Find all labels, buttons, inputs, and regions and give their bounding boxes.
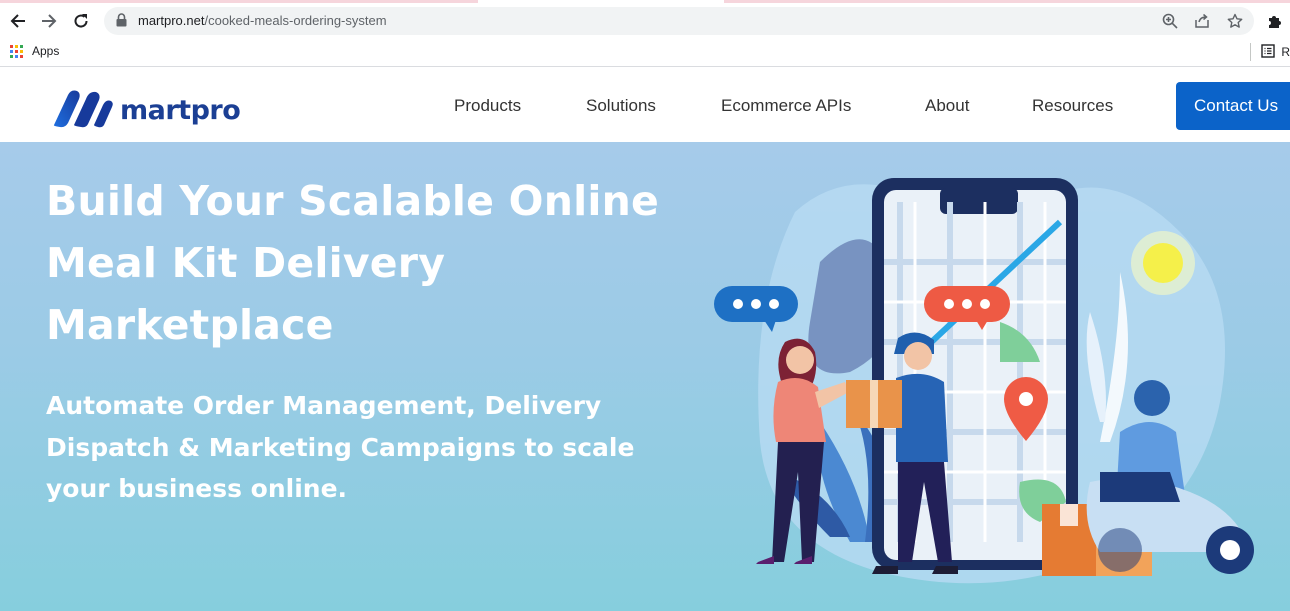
hero-subtitle: Automate Order Management, Delivery Disp… [46,385,686,510]
apps-grid-icon [10,44,23,58]
hero-title: Build Your Scalable Online Meal Kit Deli… [46,170,686,356]
apps-label: Apps [32,44,60,58]
nav-item-solutions[interactable]: Solutions [586,96,656,116]
delivery-illustration [714,178,1254,584]
back-arrow-icon[interactable] [5,8,31,34]
site-header: martpro Products Solutions Ecommerce API… [0,71,1290,142]
url-text[interactable]: martpro.net/cooked-meals-ordering-system [138,13,387,28]
package-label [1060,504,1078,526]
share-icon[interactable] [1192,11,1212,31]
hero-title-line: Meal Kit Delivery [46,239,446,287]
hero-subtitle-line: Dispatch & Marketing Campaigns to scale [46,432,635,462]
martpro-logo-mark-icon [48,87,114,134]
url-domain: martpro.net [138,13,205,28]
apps-shortcut[interactable]: Apps [10,44,59,58]
nav-item-resources[interactable]: Resources [1032,96,1113,116]
star-icon[interactable] [1225,11,1245,31]
brand-logo[interactable]: martpro [48,87,241,134]
brand-name: martpro [120,95,241,126]
reading-list-label: R [1281,45,1290,59]
forward-arrow-icon[interactable] [36,8,62,34]
hero-title-line: Marketplace [46,301,334,349]
tab-edge-left [0,0,478,3]
location-pin-dot [1019,392,1033,406]
reload-icon[interactable] [68,8,94,34]
hero-section: Build Your Scalable Online Meal Kit Deli… [0,142,1290,611]
contact-us-button[interactable]: Contact Us [1176,82,1290,130]
bookmarks-separator [1250,43,1252,61]
browser-toolbar: martpro.net/cooked-meals-ordering-system [0,4,1290,36]
extensions-puzzle-icon[interactable] [1262,8,1288,34]
address-bar[interactable]: martpro.net/cooked-meals-ordering-system [104,7,1254,35]
package-tape [870,380,878,428]
url-path: /cooked-meals-ordering-system [204,13,387,28]
reading-list[interactable]: R [1250,43,1290,61]
tab-edge-right [724,0,1290,3]
nav-item-about[interactable]: About [925,96,969,116]
zoom-icon[interactable] [1160,11,1180,31]
hero-subtitle-line: your business online. [46,474,348,503]
reading-list-icon [1261,43,1276,61]
hero-subtitle-line: Automate Order Management, Delivery [46,391,602,420]
sun-icon [1143,243,1183,283]
bookmarks-bar: Apps R [0,37,1290,67]
lock-icon[interactable] [116,13,127,32]
nav-item-ecommerce-apis[interactable]: Ecommerce APIs [721,96,851,116]
nav-item-products[interactable]: Products [454,96,521,116]
hero-title-line: Build Your Scalable Online [46,177,659,225]
